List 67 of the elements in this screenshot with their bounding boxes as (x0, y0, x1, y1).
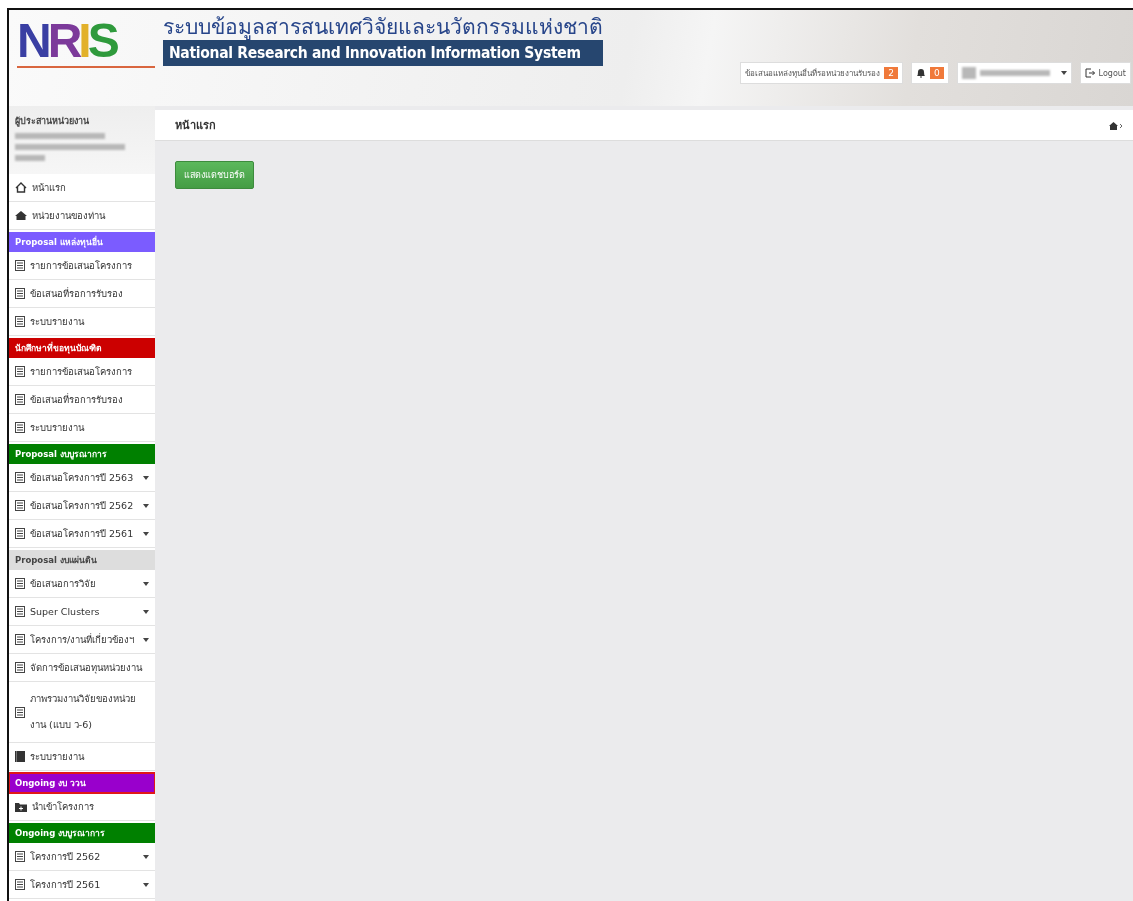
caret-icon (143, 637, 149, 642)
document-icon (15, 634, 25, 645)
redacted-bar (15, 155, 45, 161)
document-icon (15, 422, 25, 433)
document-icon (15, 706, 25, 718)
page-title: หน้าแรก (175, 118, 217, 134)
section-header: Proposal แหล่งทุนอื่น (9, 232, 155, 252)
section-header: นักศึกษาที่ขอทุนบัณฑิต (9, 338, 155, 358)
document-icon (15, 879, 25, 890)
document-icon (15, 288, 25, 299)
sidebar-link[interactable]: รายการข้อเสนอโครงการ (9, 252, 155, 280)
document-icon (15, 662, 25, 673)
sidebar-link[interactable]: ข้อเสนอโครงการปี 2563 (9, 464, 155, 492)
caret-icon (143, 609, 149, 614)
document-icon (15, 528, 25, 539)
document-icon (15, 366, 25, 377)
caret-icon (143, 475, 149, 480)
sidebar-link[interactable]: ข้อเสนอที่รอการรับรอง (9, 280, 155, 308)
redacted-bar (961, 67, 976, 79)
bell-icon (915, 68, 926, 78)
caret-icon (143, 854, 149, 859)
caret-icon (1060, 71, 1067, 75)
sidebar-link[interactable]: โครงการ/งานที่เกี่ยวข้องฯ (9, 626, 155, 654)
home-icon (1109, 120, 1123, 130)
count-badge: 0 (929, 67, 944, 79)
sidebar-link[interactable]: ข้อเสนอโครงการปี 2562 (9, 492, 155, 520)
sidebar-link[interactable]: Super Clusters (9, 598, 155, 626)
book-icon (15, 751, 25, 762)
section-header: Proposal งบบูรณาการ (9, 444, 155, 464)
section-header: Proposal งบแผ่นดิน (9, 550, 155, 570)
sidebar-link[interactable]: รายการข้อเสนอโครงการ (9, 358, 155, 386)
home-icon (15, 210, 27, 221)
document-icon (15, 260, 25, 271)
sidebar-link[interactable]: จัดการข้อเสนอทุนหน่วยงาน (9, 654, 155, 682)
caret-icon (143, 531, 149, 536)
section-header: Ongoing งบ ววน (9, 773, 155, 793)
sidebar-link[interactable]: ระบบรายงาน (9, 743, 155, 771)
count-badge: 2 (884, 67, 898, 79)
document-icon (15, 394, 25, 405)
caret-icon (143, 581, 149, 586)
caret-icon (143, 882, 149, 887)
site-subtitle: National Research and Innovation Information System (163, 40, 603, 66)
user-menu[interactable] (956, 62, 1072, 84)
document-icon (15, 851, 25, 862)
sidebar-link[interactable]: ระบบรายงาน (9, 308, 155, 336)
sidebar-link[interactable]: ข้อเสนอที่รอการรับรอง (9, 386, 155, 414)
pending-approvals-button[interactable]: ข้อเสนอแหล่งทุนอื่นที่รอหน่วยงานรับรอง 2 (740, 62, 903, 84)
sidebar-link[interactable]: ระบบรายงาน (9, 414, 155, 442)
caret-icon (143, 503, 149, 508)
redacted-bar (979, 70, 1050, 76)
logout-icon (1084, 68, 1095, 78)
document-icon (15, 606, 25, 617)
home-icon (15, 182, 27, 193)
sidebar-link[interactable]: ข้อเสนอการวิจัย (9, 570, 155, 598)
document-icon (15, 578, 25, 589)
folder-icon (15, 801, 27, 812)
document-icon (15, 500, 25, 511)
site-title: ระบบข้อมูลสารสนเทศวิจัยและนวัตกรรมแห่งชาติ (163, 14, 603, 40)
sidebar-link[interactable]: โครงการปี 2561 (9, 871, 155, 899)
document-icon (15, 316, 25, 327)
logo-text: NRIS (17, 16, 155, 68)
document-icon (15, 472, 25, 483)
section-header: Ongoing งบบูรณาการ (9, 823, 155, 843)
sidebar-link[interactable]: โครงการปี 2562 (9, 843, 155, 871)
sidebar-link[interactable]: ข้อเสนอโครงการปี 2561 (9, 520, 155, 548)
logout-button[interactable]: Logout (1079, 62, 1131, 84)
user-role: ผู้ประสานหน่วยงาน (15, 115, 90, 128)
